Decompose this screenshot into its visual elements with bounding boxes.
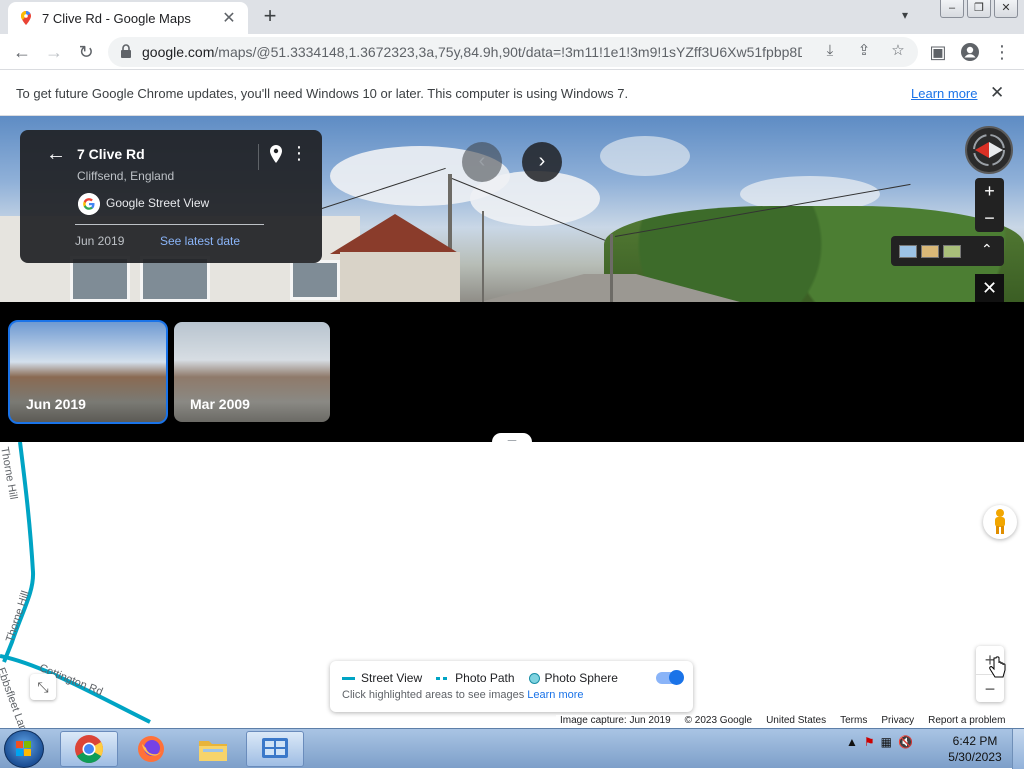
- window-controls: – ❐ ✕: [937, 0, 1018, 18]
- pegman-icon[interactable]: [983, 505, 1017, 539]
- chrome-menu-icon[interactable]: ⋮: [990, 40, 1014, 64]
- restore-button[interactable]: ❐: [967, 0, 991, 18]
- tab-title: 7 Clive Rd - Google Maps: [42, 10, 191, 26]
- coverage-toggle[interactable]: [656, 670, 684, 685]
- url-host: google.com: [142, 44, 215, 60]
- thumbnail-2[interactable]: [921, 245, 939, 258]
- firefox-icon: [138, 736, 164, 762]
- clock-time: 6:42 PM: [952, 734, 998, 748]
- system-tray: ▲ ⚑ ▦ 🔇: [846, 735, 913, 749]
- lock-icon: [121, 44, 131, 58]
- thumbnail-3[interactable]: [943, 245, 961, 258]
- url-path: /maps/@51.3334148,1.3672323,3a,75y,84.9h…: [214, 44, 802, 60]
- timeline-card-jun-2019[interactable]: Jun 2019: [8, 320, 168, 424]
- imagery-thumbnails[interactable]: ⌃: [891, 236, 1004, 266]
- legend-photo-path: Photo Path: [455, 671, 515, 685]
- url-text[interactable]: google.com/maps/@51.3334148,1.3672323,3a…: [142, 44, 802, 60]
- place-title: 7 Clive Rd: [77, 146, 145, 162]
- taskbar-chrome[interactable]: [60, 731, 118, 767]
- see-latest-date-link[interactable]: See latest date: [160, 234, 240, 248]
- next-chevron-icon[interactable]: ›: [522, 142, 562, 182]
- hand-cursor-icon: [989, 656, 1006, 678]
- street-view-line-icon: [342, 676, 355, 680]
- share-icon[interactable]: ⇪: [854, 41, 874, 61]
- timeline-card-label: Mar 2009: [190, 396, 250, 412]
- more-options-icon[interactable]: ⋮: [290, 143, 308, 165]
- thumbnail-1[interactable]: [899, 245, 917, 258]
- taskbar-control-panel[interactable]: [246, 731, 304, 767]
- footer-report[interactable]: Report a problem: [928, 715, 1005, 726]
- footer-copyright: © 2023 Google: [684, 715, 753, 726]
- infobar-message: To get future Google Chrome updates, you…: [16, 86, 629, 101]
- action-center-flag-icon[interactable]: ⚑: [864, 735, 875, 749]
- folder-icon: [199, 741, 227, 761]
- minimize-button[interactable]: –: [940, 0, 964, 18]
- browser-toolbar: ← → ↻ google.com/maps/@51.3334148,1.3672…: [0, 34, 1024, 70]
- taskbar-firefox[interactable]: [122, 731, 180, 767]
- bookmark-star-icon[interactable]: ☆: [888, 41, 908, 61]
- capture-date: Jun 2019: [75, 234, 125, 248]
- coverage-legend: Street View Photo Path Photo Sphere Clic…: [330, 661, 693, 712]
- time-machine-strip: Jun 2019 Mar 2009: [0, 302, 1024, 442]
- map-footer: Image capture: Jun 2019 © 2023 Google Un…: [556, 715, 1010, 726]
- legend-help-text: Click highlighted areas to see images: [342, 689, 525, 701]
- windows-logo-icon: [16, 741, 31, 756]
- timeline-card-mar-2009[interactable]: Mar 2009: [174, 322, 330, 422]
- tab-search-chevron-icon[interactable]: ▾: [896, 8, 914, 26]
- source-label: Google Street View: [106, 196, 210, 210]
- place-subtitle: Cliffsend, England: [77, 169, 175, 183]
- photo-path-dash-icon: [436, 676, 450, 680]
- google-g-icon: [78, 193, 100, 215]
- tab-strip: 7 Clive Rd - Google Maps ✕ + ▾ – ❐ ✕: [0, 0, 1024, 34]
- back-arrow-icon[interactable]: ←: [10, 40, 34, 64]
- zoom-in-icon[interactable]: +: [975, 178, 1004, 205]
- infobar-learn-more-link[interactable]: Learn more: [911, 86, 977, 101]
- reload-icon[interactable]: ↻: [74, 40, 98, 64]
- start-button[interactable]: [4, 730, 44, 768]
- collapse-fullscreen-icon[interactable]: ⤡: [30, 674, 56, 700]
- new-tab-button[interactable]: +: [258, 4, 282, 30]
- tab-google-maps[interactable]: 7 Clive Rd - Google Maps ✕: [8, 2, 248, 34]
- tray-expand-icon[interactable]: ▲: [846, 735, 858, 749]
- address-bar[interactable]: google.com/maps/@51.3334148,1.3672323,3a…: [108, 37, 918, 67]
- legend-street-view: Street View: [361, 671, 423, 685]
- footer-region[interactable]: United States: [766, 715, 826, 726]
- photo-sphere-dot-icon: [528, 672, 540, 684]
- timeline-card-label: Jun 2019: [26, 396, 86, 412]
- footer-capture: Image capture: Jun 2019: [560, 715, 671, 726]
- location-pin-icon[interactable]: [268, 144, 284, 164]
- taskbar-clock[interactable]: 6:42 PM 5/30/2023: [944, 733, 1006, 765]
- back-arrow-icon[interactable]: ←: [46, 144, 66, 164]
- street-view-zoom-controls: + −: [975, 178, 1004, 232]
- side-panel-icon[interactable]: ▣: [926, 40, 950, 64]
- zoom-out-icon[interactable]: −: [975, 205, 1004, 232]
- install-app-icon[interactable]: ⤓: [820, 41, 840, 61]
- legend-learn-more-link[interactable]: Learn more: [527, 689, 583, 701]
- close-window-button[interactable]: ✕: [994, 0, 1018, 18]
- chrome-icon: [75, 735, 103, 763]
- footer-privacy[interactable]: Privacy: [881, 715, 914, 726]
- show-desktop-button[interactable]: [1012, 729, 1024, 769]
- taskbar-explorer[interactable]: [184, 731, 242, 767]
- close-street-view-icon[interactable]: ✕: [975, 274, 1004, 302]
- street-view-panorama[interactable]: ← 7 Clive Rd Cliffsend, England ⋮ Google…: [0, 116, 1024, 302]
- legend-photo-sphere: Photo Sphere: [544, 671, 618, 685]
- google-maps-icon: [21, 11, 31, 25]
- control-panel-icon: [262, 738, 288, 758]
- expand-up-icon[interactable]: ⌃: [981, 241, 993, 258]
- windows-taskbar: ▲ ⚑ ▦ 🔇 6:42 PM 5/30/2023: [0, 728, 1024, 769]
- volume-muted-icon[interactable]: 🔇: [898, 735, 913, 749]
- forward-arrow-icon[interactable]: →: [42, 40, 66, 64]
- profile-avatar-icon[interactable]: [958, 40, 982, 64]
- clock-date: 5/30/2023: [948, 750, 1002, 764]
- infobar-close-icon[interactable]: ✕: [990, 83, 1004, 103]
- update-infobar: To get future Google Chrome updates, you…: [0, 71, 1024, 116]
- network-icon[interactable]: ▦: [881, 735, 892, 749]
- compass-icon[interactable]: [965, 126, 1013, 174]
- tab-close-icon[interactable]: ✕: [220, 8, 238, 28]
- street-view-info-card: ← 7 Clive Rd Cliffsend, England ⋮ Google…: [20, 130, 322, 263]
- footer-terms[interactable]: Terms: [840, 715, 867, 726]
- previous-chevron-icon[interactable]: ‹: [462, 142, 502, 182]
